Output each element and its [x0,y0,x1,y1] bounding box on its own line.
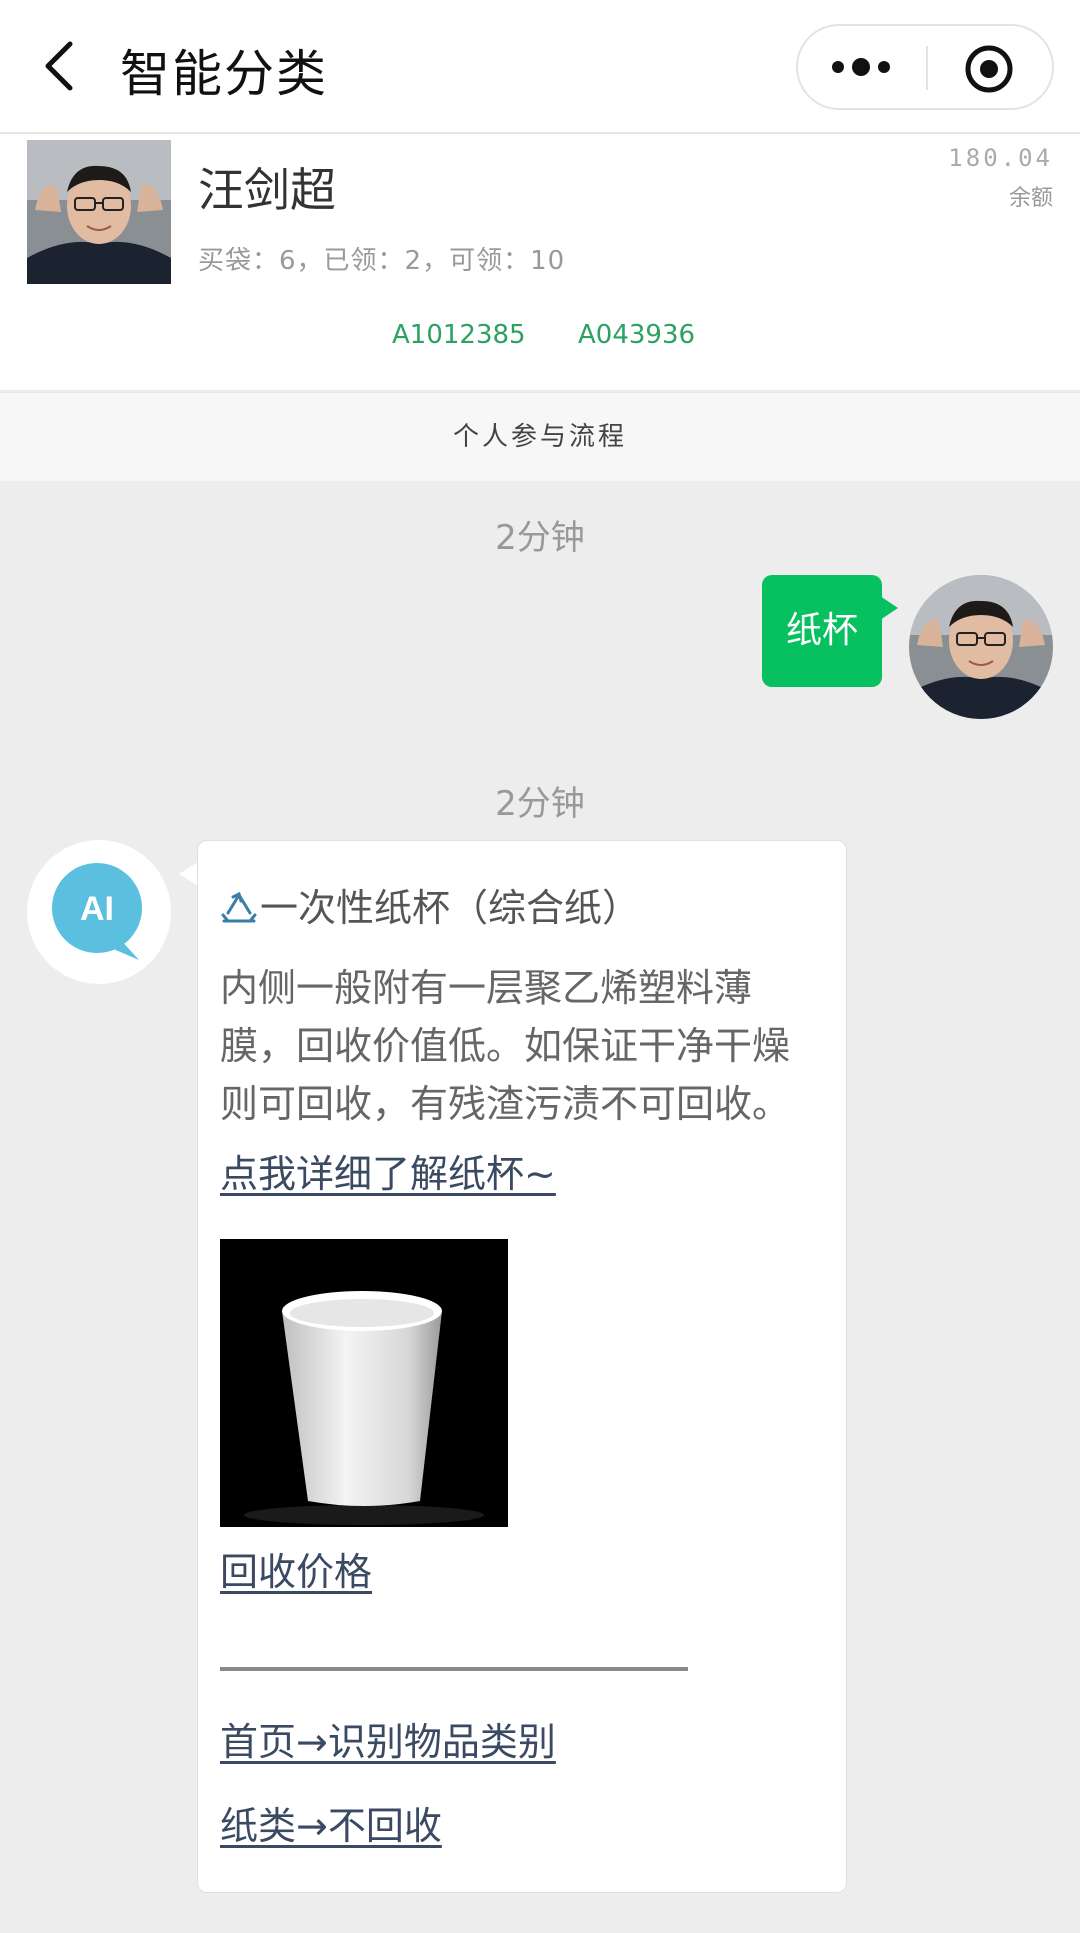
bag-stats: 买袋：6，已领：2，可领：10 [198,246,566,276]
ai-avatar: AI [27,840,171,984]
user-name: 汪剑超 [198,163,336,217]
back-arrow-icon[interactable] [36,36,86,96]
page-title: 智能分类 [120,45,328,103]
detail-link[interactable]: 点我详细了解纸杯~ [220,1143,556,1198]
mini-program-capsule [796,24,1054,110]
target-icon[interactable] [964,44,1014,94]
item-title: 一次性纸杯（综合纸） [220,877,640,932]
home-category-link[interactable]: 首页→识别物品类别 [220,1711,556,1766]
item-description: 内侧一般附有一层聚乙烯塑料薄膜，回收价值低。如保证干净干燥则可回收，有残渣污渍不… [220,966,791,1126]
capsule-divider [926,46,928,90]
item-title-text: 一次性纸杯（综合纸） [260,886,641,930]
bubble-tail [179,862,198,886]
balance-value: 180.04 [948,144,1053,172]
price-link[interactable]: 回收价格 [220,1541,372,1596]
ai-chat-icon: AI [52,863,142,960]
paper-category-link[interactable]: 纸类→不回收 [220,1795,442,1850]
message-timestamp: 2分钟 [495,784,585,824]
ai-message-bubble: 一次性纸杯（综合纸） 内侧一般附有一层聚乙烯塑料薄膜，回收价值低。如保证干净干燥… [197,840,847,1893]
user-chat-avatar [909,575,1053,719]
message-timestamp: 2分钟 [495,518,585,558]
recycle-icon [221,891,257,923]
ai-avatar-label: AI [80,890,114,928]
balance-label: 余额 [1008,186,1053,211]
user-info-card: 汪剑超 买袋：6，已领：2，可领：10 180.04 余额 A1012385 A… [0,134,1080,390]
top-nav-bar: 智能分类 [0,0,1080,134]
more-dots-icon[interactable] [828,42,894,92]
process-button[interactable]: 个人参与流程 [0,392,1080,481]
bubble-tail [880,596,898,620]
user-avatar [27,140,171,284]
divider-line [220,1667,688,1671]
paper-cup-image [220,1239,508,1527]
user-code-link[interactable]: A043936 [578,320,695,350]
user-message-bubble: 纸杯 [762,575,882,687]
user-code-link[interactable]: A1012385 [392,320,526,350]
